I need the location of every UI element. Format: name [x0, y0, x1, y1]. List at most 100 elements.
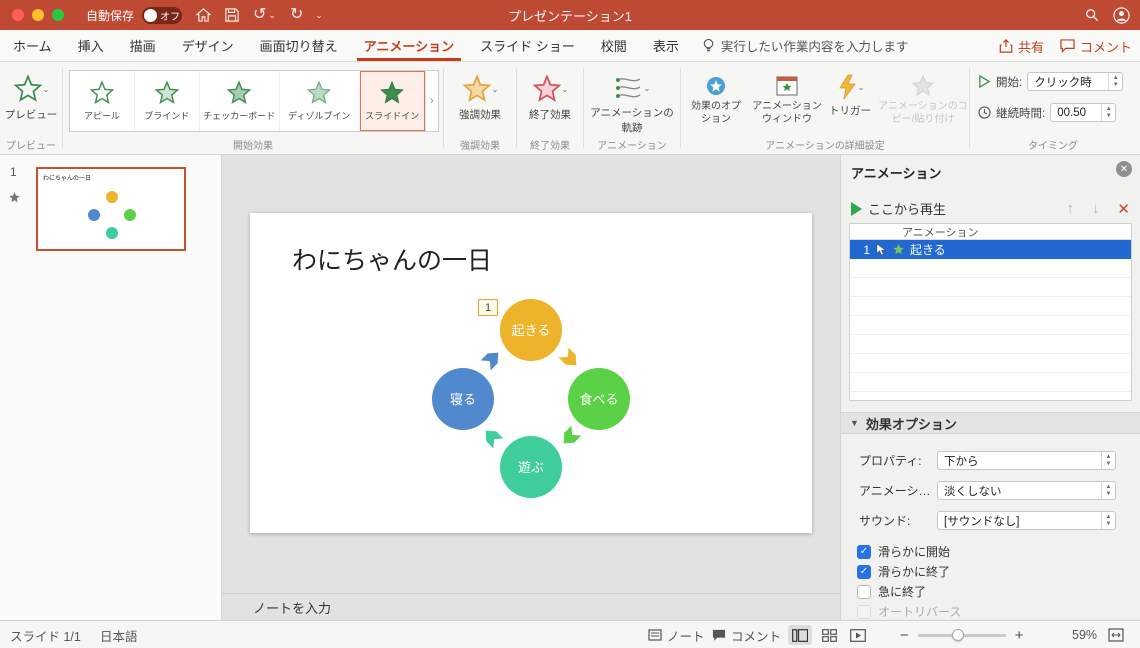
close-pane-icon[interactable]: ✕	[1116, 161, 1132, 177]
tab-home[interactable]: ホーム	[0, 30, 65, 61]
gallery-item-checkerboard[interactable]: チェッカーボード	[200, 71, 280, 131]
auto-reverse-label: オートリバース	[878, 605, 962, 619]
sound-dropdown[interactable]: [サウンドなし] ▲ ▼	[937, 511, 1116, 530]
comments-label: コメント	[1079, 39, 1132, 55]
thumbnail-circle-play	[106, 227, 118, 239]
slide-animation-indicator[interactable]	[8, 191, 21, 207]
fit-to-window-button[interactable]	[1108, 621, 1124, 648]
animation-pane-title: アニメーション	[851, 166, 942, 181]
tab-animations[interactable]: アニメーション	[351, 30, 467, 61]
duration-stepper[interactable]: 00.50 ▲ ▼	[1050, 103, 1117, 122]
tell-me-search[interactable]: 実行したい作業内容を入力します	[702, 30, 908, 61]
emphasis-button[interactable]: ⌄ 強調効果	[444, 74, 516, 122]
collapse-triangle-icon: ▼	[850, 418, 859, 428]
ribbon: ⌄ プレビュー プレビュー アピール ブラインド チェッカーボード ディゾルブイ…	[0, 62, 1140, 155]
autosave-toggle[interactable]: オフ	[142, 6, 183, 24]
motion-paths-label: アニメーションの軌跡	[590, 107, 674, 134]
gallery-scroll-right-icon[interactable]: ›	[424, 71, 438, 131]
smooth-start-checkbox[interactable]: ✓ 滑らかに開始	[857, 543, 950, 560]
play-from-button[interactable]: ここから再生	[851, 199, 946, 218]
tab-view[interactable]: 表示	[640, 30, 692, 61]
close-traffic-light[interactable]	[12, 9, 24, 21]
zoom-in-icon[interactable]: +	[1015, 627, 1024, 644]
bounce-end-checkbox[interactable]: 急に終了	[857, 583, 926, 600]
toggle-knob	[144, 8, 158, 22]
minimize-traffic-light[interactable]	[32, 9, 44, 21]
emphasis-button-label: 強調効果	[459, 109, 501, 121]
comments-toggle-button[interactable]: コメント	[712, 621, 781, 648]
motion-paths-group: ⌄ アニメーションの軌跡 アニメーション	[584, 62, 680, 154]
remove-animation-icon[interactable]: ✕	[1117, 200, 1130, 218]
save-icon[interactable]	[225, 8, 239, 22]
undo-chevron-icon[interactable]: ⌄	[268, 10, 276, 21]
exit-button[interactable]: ⌄ 終了効果	[517, 74, 583, 122]
move-later-icon[interactable]: ↓	[1092, 200, 1100, 217]
property-dropdown[interactable]: 下から ▲ ▼	[937, 451, 1116, 470]
animation-order-badge[interactable]: 1	[478, 299, 498, 316]
notes-placeholder: ノートを入力	[253, 600, 332, 616]
animation-item-order: 1	[863, 242, 870, 257]
animation-list-empty-row	[850, 373, 1131, 392]
tab-insert[interactable]: 挿入	[65, 30, 117, 61]
motion-paths-button[interactable]: ⌄ アニメーションの軌跡	[584, 74, 680, 135]
notes-area[interactable]: ノートを入力	[222, 593, 840, 620]
dropdown-stepper-icon: ▲ ▼	[1101, 482, 1115, 499]
autosave-state: オフ	[160, 11, 181, 23]
search-icon[interactable]	[1085, 8, 1099, 22]
zoom-out-icon[interactable]: −	[900, 627, 909, 644]
account-icon[interactable]	[1113, 6, 1130, 24]
animation-window-icon	[776, 76, 798, 96]
zoom-slider[interactable]	[917, 628, 1006, 641]
exit-star-icon	[532, 74, 562, 102]
tab-design[interactable]: デザイン	[169, 30, 247, 61]
entrance-group: アピール ブラインド チェッカーボード ディゾルブイン スライドイン › 開始効…	[63, 62, 443, 154]
smooth-end-checkbox[interactable]: ✓ 滑らかに終了	[857, 563, 950, 580]
cycle-diagram[interactable]: 起きる 食べる 遊ぶ 寝る	[250, 213, 812, 533]
tab-transitions[interactable]: 画面切り替え	[247, 30, 351, 61]
move-earlier-icon[interactable]: ↑	[1066, 200, 1074, 217]
zoom-slider-thumb[interactable]	[951, 628, 964, 641]
start-value: クリック時	[1034, 76, 1092, 89]
slide-sorter-view-button[interactable]	[817, 625, 841, 645]
comments-toggle-label: コメント	[731, 629, 782, 644]
undo-icon[interactable]: ↺	[253, 7, 266, 23]
after-animation-dropdown[interactable]: 淡くしない ▲ ▼	[937, 481, 1116, 500]
checkerboard-star-icon	[226, 80, 252, 105]
tab-slideshow[interactable]: スライド ショー	[467, 30, 588, 61]
normal-view-button[interactable]	[788, 625, 812, 645]
arrow-sleep-to-wake	[480, 352, 499, 371]
gallery-item-appear[interactable]: アピール	[70, 71, 135, 131]
tab-draw[interactable]: 描画	[117, 30, 169, 61]
notes-toggle-button[interactable]: ノート	[648, 621, 705, 648]
dropdown-stepper-icon: ▲ ▼	[1101, 452, 1115, 469]
gallery-item-label: スライドイン	[365, 111, 420, 121]
effect-options-section-header[interactable]: ▼ 効果オプション	[841, 412, 1140, 434]
powerpoint-window: 自動保存 オフ ↺ ⌄ ↻ ⌄ プレゼンテーション1 ホーム 挿入 描画 デザイン	[0, 0, 1140, 648]
checkbox-checked-icon: ✓	[857, 564, 871, 579]
home-icon[interactable]	[196, 8, 212, 22]
start-dropdown[interactable]: クリック時 ▲ ▼	[1027, 72, 1124, 91]
slideshow-view-button[interactable]	[846, 625, 870, 645]
preview-button[interactable]: ⌄ プレビュー	[0, 74, 62, 122]
language-indicator[interactable]: 日本語	[100, 626, 138, 645]
share-button[interactable]: 共有	[999, 37, 1044, 56]
slide-canvas[interactable]: わにちゃんの一日 起きる 食べる 遊ぶ 寝る 1	[250, 213, 812, 533]
comments-button[interactable]: コメント	[1060, 37, 1132, 56]
property-label: プロパティ:	[859, 454, 922, 468]
gallery-item-dissolve-in[interactable]: ディゾルブイン	[280, 71, 360, 131]
gallery-item-blinds[interactable]: ブラインド	[135, 71, 200, 131]
zoom-traffic-light[interactable]	[52, 9, 64, 21]
toolbar-customize-chevron-icon[interactable]: ⌄	[315, 10, 323, 21]
tab-review[interactable]: 校閲	[588, 30, 640, 61]
appear-star-icon	[89, 80, 115, 105]
dissolve-star-icon	[307, 80, 332, 104]
gallery-item-fly-in[interactable]: スライドイン	[359, 71, 425, 131]
slide-thumbnail[interactable]: わにちゃんの一日	[36, 167, 186, 251]
animation-list-item[interactable]: 1 起きる	[850, 240, 1131, 259]
group-label-entrance: 開始効果	[233, 141, 273, 152]
ribbon-tab-row: ホーム 挿入 描画 デザイン 画面切り替え アニメーション スライド ショー 校…	[0, 30, 1140, 62]
smooth-start-label: 滑らかに開始	[878, 545, 951, 559]
bounce-end-label: 急に終了	[878, 585, 927, 599]
zoom-percentage[interactable]: 59%	[1072, 628, 1097, 642]
redo-icon[interactable]: ↻	[290, 7, 303, 23]
